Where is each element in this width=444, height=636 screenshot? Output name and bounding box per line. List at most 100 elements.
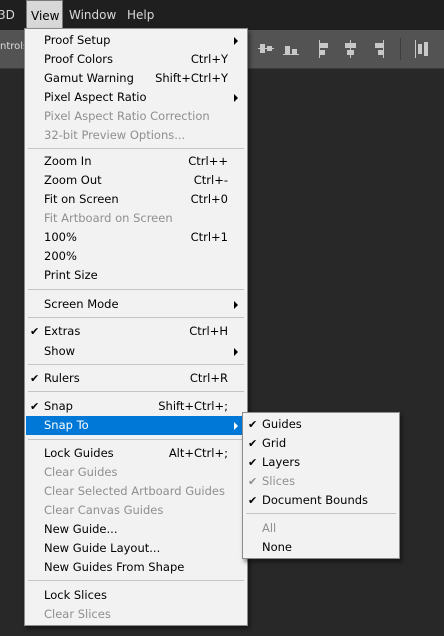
menu-item-label: Slices <box>262 474 296 488</box>
menu-item-label: 32-bit Preview Options... <box>44 128 186 142</box>
menu-item-fit-artboard-on-screen: Fit Artboard on Screen <box>26 209 246 228</box>
menu-item-100-percent[interactable]: 100% Ctrl+1 <box>26 228 246 247</box>
menu-help[interactable]: Help <box>127 0 154 29</box>
menu-item-label: Lock Slices <box>44 588 107 602</box>
menu-item-label: Snap <box>44 399 73 413</box>
submenu-item-document-bounds[interactable]: ✔ Document Bounds <box>244 491 398 510</box>
menu-item-shortcut: Shift+Ctrl+Y <box>155 71 228 85</box>
menu-separator <box>28 580 244 581</box>
menu-item-shortcut: Ctrl+1 <box>190 230 228 244</box>
menu-separator <box>246 513 396 514</box>
menu-item-label: Pixel Aspect Ratio Correction <box>44 109 210 123</box>
menu-item-zoom-out[interactable]: Zoom Out Ctrl+- <box>26 171 246 190</box>
menu-item-shortcut: Ctrl+- <box>193 173 228 187</box>
submenu-arrow-icon <box>234 422 238 430</box>
menu-item-zoom-in[interactable]: Zoom In Ctrl++ <box>26 152 246 171</box>
menu-item-proof-colors[interactable]: Proof Colors Ctrl+Y <box>26 50 246 69</box>
menu-item-label: 200% <box>44 249 77 263</box>
submenu-arrow-icon <box>234 348 238 356</box>
distribute-top-edges-icon[interactable] <box>414 40 430 58</box>
menu-item-shortcut: Ctrl+Y <box>190 52 228 66</box>
menu-separator <box>28 148 244 149</box>
menu-item-pixel-aspect-ratio-correction: Pixel Aspect Ratio Correction <box>26 107 246 126</box>
menu-item-proof-setup[interactable]: Proof Setup <box>26 31 246 50</box>
menu-item-32bit-preview-options: 32-bit Preview Options... <box>26 126 246 145</box>
menu-item-label: New Guide Layout... <box>44 541 161 555</box>
menu-item-label: 100% <box>44 230 77 244</box>
checkmark-icon: ✔ <box>248 437 258 450</box>
menu-item-label: Extras <box>44 324 81 338</box>
menu-item-label: Rulers <box>44 371 80 385</box>
menu-item-clear-canvas-guides: Clear Canvas Guides <box>26 501 246 520</box>
align-horizontal-centers-icon[interactable] <box>343 40 359 58</box>
menu-item-shortcut: Ctrl++ <box>188 154 228 168</box>
menu-item-label: Zoom In <box>44 154 92 168</box>
align-bottom-edges-icon[interactable] <box>283 40 299 58</box>
menu-item-label: Print Size <box>44 268 98 282</box>
submenu-item-layers[interactable]: ✔ Layers <box>244 453 398 472</box>
menu-item-show[interactable]: Show <box>26 342 246 361</box>
menu-item-label: All <box>262 521 277 535</box>
checkmark-icon: ✔ <box>30 400 40 413</box>
menu-item-shortcut: Alt+Ctrl+; <box>168 446 228 460</box>
view-menu: Proof Setup Proof Colors Ctrl+Y Gamut Wa… <box>24 28 248 626</box>
menu-item-label: Pixel Aspect Ratio <box>44 90 147 104</box>
menu-item-shortcut: Shift+Ctrl+; <box>158 399 228 413</box>
checkmark-icon: ✔ <box>248 456 258 469</box>
menu-item-label: Lock Guides <box>44 446 114 460</box>
menu-item-fit-on-screen[interactable]: Fit on Screen Ctrl+0 <box>26 190 246 209</box>
menu-window[interactable]: Window <box>69 0 116 29</box>
menu-view[interactable]: View <box>26 0 63 29</box>
menu-item-label: Zoom Out <box>44 173 102 187</box>
menu-item-label: Snap To <box>44 418 89 432</box>
menu-item-new-guides-from-shape[interactable]: New Guides From Shape <box>26 558 246 577</box>
menu-bar: 3D View Window Help <box>0 0 444 31</box>
menu-item-label: Show <box>44 344 76 358</box>
menu-item-200-percent[interactable]: 200% <box>26 247 246 266</box>
submenu-item-grid[interactable]: ✔ Grid <box>244 434 398 453</box>
menu-item-snap[interactable]: ✔ Snap Shift+Ctrl+; <box>26 397 246 416</box>
menu-item-new-guide-layout[interactable]: New Guide Layout... <box>26 539 246 558</box>
menu-item-clear-slices: Clear Slices <box>26 605 246 624</box>
submenu-arrow-icon <box>234 37 238 45</box>
checkmark-icon: ✔ <box>248 475 258 488</box>
align-vertical-centers-icon[interactable] <box>258 40 274 58</box>
menu-separator <box>28 317 244 318</box>
menu-separator <box>28 289 244 290</box>
menu-item-lock-slices[interactable]: Lock Slices <box>26 586 246 605</box>
menu-item-label: Fit on Screen <box>44 192 119 206</box>
menu-item-clear-guides: Clear Guides <box>26 463 246 482</box>
menu-item-clear-selected-artboard-guides: Clear Selected Artboard Guides <box>26 482 246 501</box>
menu-item-gamut-warning[interactable]: Gamut Warning Shift+Ctrl+Y <box>26 69 246 88</box>
menu-item-lock-guides[interactable]: Lock Guides Alt+Ctrl+; <box>26 444 246 463</box>
align-left-edges-icon[interactable] <box>318 40 334 58</box>
menu-item-label: New Guides From Shape <box>44 560 185 574</box>
menu-item-pixel-aspect-ratio[interactable]: Pixel Aspect Ratio <box>26 88 246 107</box>
menu-item-label: Fit Artboard on Screen <box>44 211 173 225</box>
submenu-item-all: All <box>244 519 398 538</box>
menu-3d[interactable]: 3D <box>0 0 15 29</box>
submenu-item-guides[interactable]: ✔ Guides <box>244 415 398 434</box>
submenu-arrow-icon <box>234 94 238 102</box>
menu-item-label: Guides <box>262 417 302 431</box>
menu-item-print-size[interactable]: Print Size <box>26 266 246 285</box>
submenu-item-none[interactable]: None <box>244 538 398 557</box>
align-right-edges-icon[interactable] <box>369 40 385 58</box>
menu-item-screen-mode[interactable]: Screen Mode <box>26 295 246 314</box>
menu-item-label: Proof Colors <box>44 52 113 66</box>
menu-item-new-guide[interactable]: New Guide... <box>26 520 246 539</box>
checkmark-icon: ✔ <box>30 325 40 338</box>
menu-item-label: Document Bounds <box>262 493 369 507</box>
menu-separator <box>28 364 244 365</box>
menu-item-label: Layers <box>262 455 301 469</box>
menu-item-extras[interactable]: ✔ Extras Ctrl+H <box>26 322 246 341</box>
menu-item-label: Clear Slices <box>44 607 111 621</box>
menu-item-label: Screen Mode <box>44 297 119 311</box>
checkmark-icon: ✔ <box>30 372 40 385</box>
checkmark-icon: ✔ <box>248 494 258 507</box>
menu-item-snap-to[interactable]: Snap To <box>26 416 246 435</box>
menu-separator <box>28 439 244 440</box>
menu-item-rulers[interactable]: ✔ Rulers Ctrl+R <box>26 369 246 388</box>
menu-item-shortcut: Ctrl+H <box>189 324 228 338</box>
submenu-arrow-icon <box>234 301 238 309</box>
